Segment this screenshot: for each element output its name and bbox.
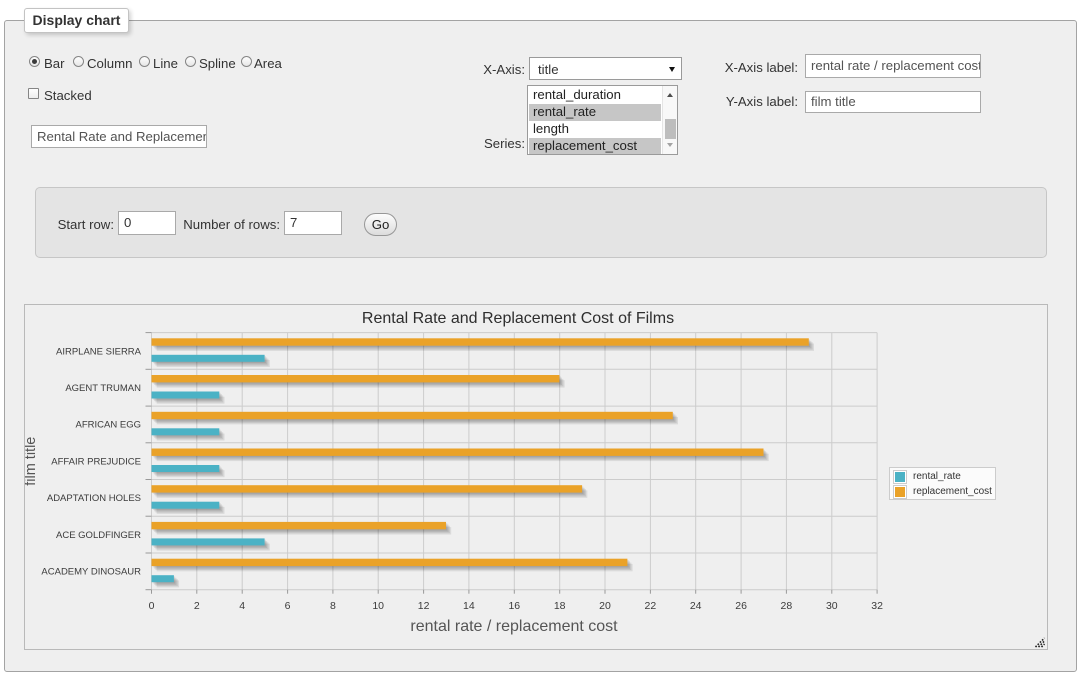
- svg-text:film title: film title: [25, 437, 39, 486]
- svg-text:24: 24: [690, 600, 702, 612]
- svg-text:AGENT TRUMAN: AGENT TRUMAN: [65, 383, 141, 394]
- svg-text:20: 20: [599, 600, 611, 612]
- svg-text:26: 26: [735, 600, 747, 612]
- svg-text:ACE GOLDFINGER: ACE GOLDFINGER: [56, 530, 141, 541]
- svg-text:10: 10: [372, 600, 384, 612]
- svg-text:2: 2: [194, 600, 200, 612]
- svg-text:6: 6: [285, 600, 291, 612]
- svg-text:AFRICAN EGG: AFRICAN EGG: [76, 420, 141, 431]
- svg-text:32: 32: [871, 600, 883, 612]
- svg-text:18: 18: [554, 600, 566, 612]
- svg-text:14: 14: [463, 600, 475, 612]
- svg-text:0: 0: [149, 600, 155, 612]
- svg-text:16: 16: [508, 600, 520, 612]
- svg-text:ADAPTATION HOLES: ADAPTATION HOLES: [47, 493, 141, 504]
- svg-text:AFFAIR PREJUDICE: AFFAIR PREJUDICE: [51, 456, 141, 467]
- svg-text:AIRPLANE SIERRA: AIRPLANE SIERRA: [56, 346, 142, 357]
- svg-text:rental rate / replacement cost: rental rate / replacement cost: [410, 618, 618, 635]
- svg-text:8: 8: [330, 600, 336, 612]
- svg-text:30: 30: [826, 600, 838, 612]
- svg-text:22: 22: [645, 600, 657, 612]
- svg-text:4: 4: [239, 600, 245, 612]
- svg-text:ACADEMY DINOSAUR: ACADEMY DINOSAUR: [41, 567, 141, 578]
- svg-text:28: 28: [781, 600, 793, 612]
- svg-text:Rental Rate and Replacement Co: Rental Rate and Replacement Cost of Film…: [362, 310, 674, 327]
- svg-text:12: 12: [418, 600, 430, 612]
